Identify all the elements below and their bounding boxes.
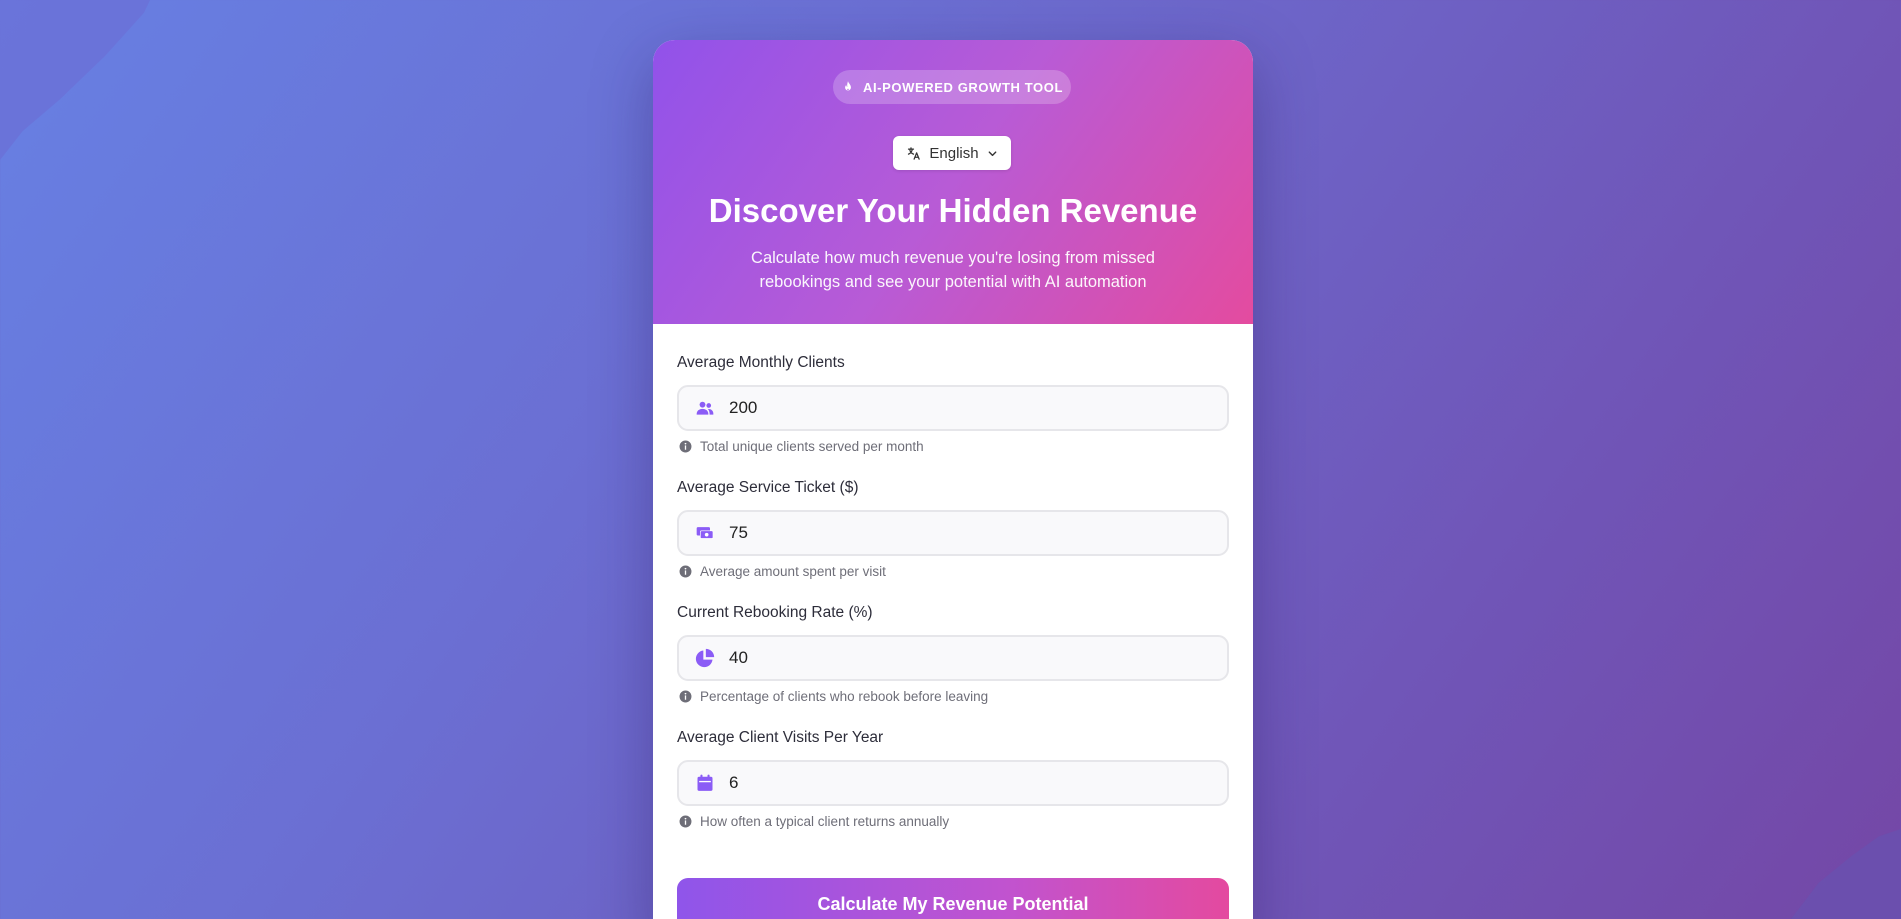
info-icon [679, 815, 692, 828]
background-shape-bottom-right [1791, 829, 1901, 919]
hero-header: AI-POWERED GROWTH TOOL English Discover … [653, 40, 1253, 324]
info-icon [679, 565, 692, 578]
field-service-ticket: Average Service Ticket ($) Average amoun… [677, 479, 1229, 579]
field-label: Average Client Visits Per Year [677, 729, 884, 746]
pie-chart-icon [695, 648, 715, 668]
info-icon [679, 440, 692, 453]
hint-text: Percentage of clients who rebook before … [700, 689, 989, 704]
field-hint: Percentage of clients who rebook before … [677, 689, 1229, 704]
calculator-card: AI-POWERED GROWTH TOOL English Discover … [653, 40, 1253, 919]
hint-text: Total unique clients served per month [700, 439, 924, 454]
field-label: Current Rebooking Rate (%) [677, 604, 873, 621]
field-client-visits: Average Client Visits Per Year How often… [677, 729, 1229, 829]
calculate-button[interactable]: Calculate My Revenue Potential [677, 878, 1229, 919]
rebooking-rate-input[interactable] [729, 648, 1209, 668]
hint-text: How often a typical client returns annua… [700, 814, 950, 829]
ai-badge-label: AI-POWERED GROWTH TOOL [862, 79, 1063, 95]
input-wrapper[interactable] [677, 510, 1229, 556]
field-hint: How often a typical client returns annua… [677, 814, 1229, 829]
input-wrapper[interactable] [677, 635, 1229, 681]
users-icon [695, 398, 715, 418]
client-visits-input[interactable] [729, 773, 1209, 793]
page-title: Discover Your Hidden Revenue [708, 192, 1198, 229]
info-icon [679, 690, 692, 703]
page-subtitle: Calculate how much revenue you're losing… [751, 249, 1155, 291]
hint-text: Average amount spent per visit [700, 564, 886, 579]
service-ticket-input[interactable] [729, 523, 1209, 543]
money-icon [695, 523, 715, 543]
field-label: Average Monthly Clients [677, 354, 845, 371]
background-shape-top-left [0, 0, 150, 160]
ai-badge: AI-POWERED GROWTH TOOL [833, 70, 1071, 104]
field-hint: Total unique clients served per month [677, 439, 1229, 454]
chevron-down-icon [988, 150, 996, 156]
input-wrapper[interactable] [677, 760, 1229, 806]
language-selector[interactable]: English [893, 136, 1011, 170]
language-selected: English [929, 144, 979, 162]
field-rebooking-rate: Current Rebooking Rate (%) Percentage of… [677, 604, 1229, 704]
translate-icon [908, 146, 921, 160]
field-label: Average Service Ticket ($) [677, 479, 859, 496]
field-monthly-clients: Average Monthly Clients Total unique cli… [677, 354, 1229, 454]
flame-icon [845, 81, 851, 91]
calendar-icon [695, 773, 715, 793]
monthly-clients-input[interactable] [729, 398, 1209, 418]
field-hint: Average amount spent per visit [677, 564, 1229, 579]
input-wrapper[interactable] [677, 385, 1229, 431]
